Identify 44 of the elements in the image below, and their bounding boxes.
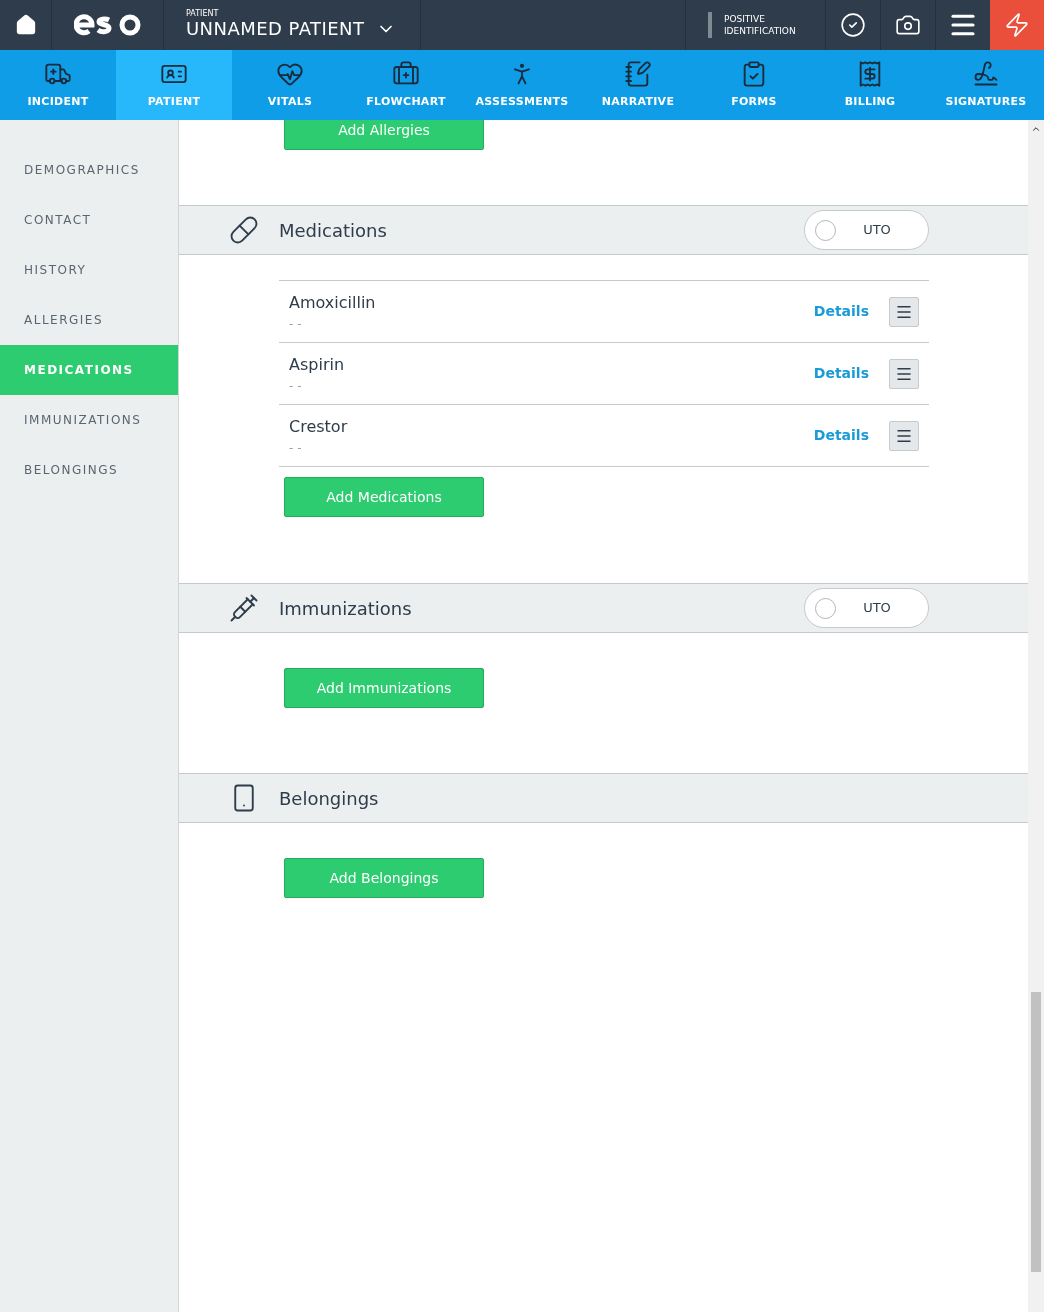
row-menu-button[interactable] <box>889 420 919 451</box>
sidebar-item[interactable]: BELONGINGS <box>0 445 178 495</box>
home-icon <box>14 14 37 36</box>
medication-detail: - - <box>289 439 303 457</box>
toggle-knob <box>815 219 836 241</box>
section-title: Medications <box>279 218 388 243</box>
status-bar-indicator <box>708 12 712 38</box>
medication-name: Amoxicillin <box>289 291 377 314</box>
scrollbar-thumb[interactable] <box>1031 992 1041 1272</box>
logo-icon <box>73 13 142 37</box>
sidebar-item[interactable]: ALLERGIES <box>0 295 178 345</box>
nav-tab[interactable]: PATIENT <box>116 50 232 120</box>
details-link[interactable]: Details <box>813 425 869 446</box>
lightning-icon <box>1004 12 1030 38</box>
sidebar-item[interactable]: DEMOGRAPHICS <box>0 145 178 195</box>
add-button[interactable]: Add Allergies <box>284 120 484 150</box>
lightning-button[interactable] <box>990 0 1044 50</box>
section-title: Belongings <box>279 786 380 811</box>
row-menu-button[interactable] <box>889 296 919 327</box>
check-circle-icon <box>840 12 866 38</box>
sidebar-item[interactable]: HISTORY <box>0 245 178 295</box>
details-link[interactable]: Details <box>813 363 869 384</box>
details-link[interactable]: Details <box>813 301 869 322</box>
medication-detail: - - <box>289 377 303 395</box>
sidebar-item[interactable]: IMMUNIZATIONS <box>0 395 178 445</box>
sidebar-item[interactable]: MEDICATIONS <box>0 345 178 395</box>
scroll-up-icon <box>1031 124 1041 134</box>
uto-toggle[interactable]: UTO <box>804 588 929 628</box>
medication-name: Aspirin <box>289 353 346 376</box>
add-button[interactable]: Add Immunizations <box>284 668 484 708</box>
toggle-knob <box>815 597 836 619</box>
medication-detail: - - <box>289 315 303 333</box>
pill-icon <box>229 215 259 245</box>
row-menu-button[interactable] <box>889 358 919 389</box>
section-title: Immunizations <box>279 596 413 621</box>
uto-toggle[interactable]: UTO <box>804 210 929 250</box>
add-button[interactable]: Add Medications <box>284 477 484 517</box>
signature-icon <box>972 59 1000 88</box>
syringe-icon <box>229 593 259 623</box>
medication-name: Crestor <box>289 415 349 438</box>
identification-label: POSITIVE IDENTIFICATION <box>723 13 797 37</box>
sidebar-item[interactable]: CONTACT <box>0 195 178 245</box>
notepad-pen-icon <box>624 59 652 88</box>
add-button[interactable]: Add Belongings <box>284 858 484 898</box>
